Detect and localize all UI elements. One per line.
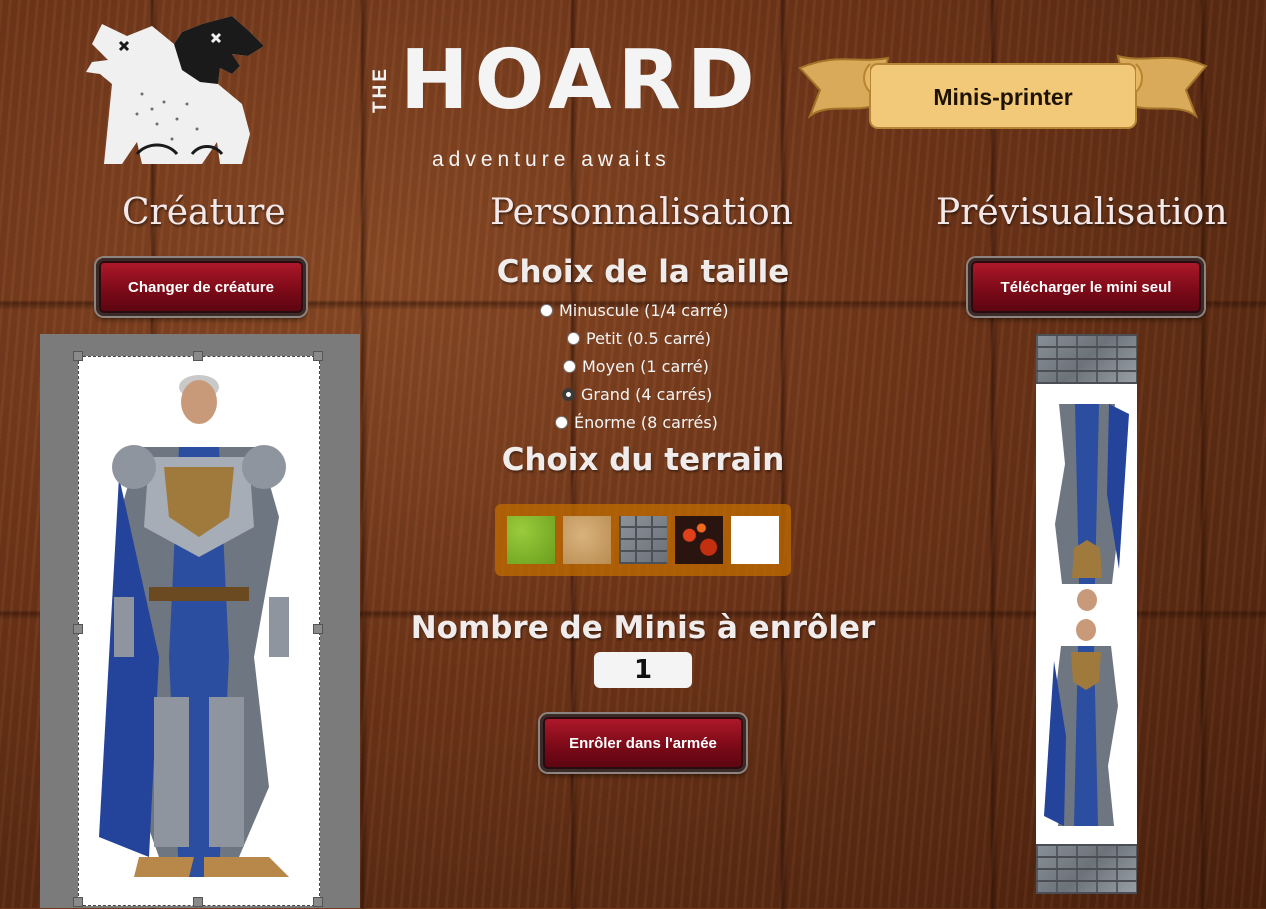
size-option-label: Grand (4 carrés) xyxy=(581,385,713,404)
enlist-button[interactable]: Enrôler dans l'armée xyxy=(540,714,746,772)
crop-handle-bc[interactable] xyxy=(193,897,203,907)
preview-title: Prévisualisation xyxy=(936,192,1228,233)
crop-handle-tr[interactable] xyxy=(313,351,323,361)
size-option-tiny[interactable]: Minuscule (1/4 carré) xyxy=(540,301,728,320)
size-option-label: Petit (0.5 carré) xyxy=(586,329,711,348)
logo-hoard: HOARD xyxy=(400,33,761,128)
creature-title: Créature xyxy=(122,192,286,233)
two-wolves-icon xyxy=(86,16,264,164)
crop-handle-tc[interactable] xyxy=(193,351,203,361)
terrain-grass-tile[interactable] xyxy=(507,516,555,564)
radio-small[interactable] xyxy=(567,332,580,345)
size-option-small[interactable]: Petit (0.5 carré) xyxy=(567,329,711,348)
size-section-title: Choix de la taille xyxy=(496,254,790,290)
size-option-label: Moyen (1 carré) xyxy=(582,357,709,376)
crop-handle-br[interactable] xyxy=(313,897,323,907)
preview-base-top xyxy=(1036,334,1137,384)
download-mini-button[interactable]: Télécharger le mini seul xyxy=(968,258,1204,316)
size-option-label: Énorme (8 carrés) xyxy=(574,413,718,432)
knight-upside-down-image xyxy=(1055,404,1129,611)
terrain-picker xyxy=(495,504,791,576)
radio-large[interactable] xyxy=(562,388,575,401)
size-option-large[interactable]: Grand (4 carrés) xyxy=(562,385,712,404)
knight-upright-image xyxy=(1044,619,1118,826)
minis-count-title: Nombre de Minis à enrôler xyxy=(410,610,876,646)
size-option-label: Minuscule (1/4 carré) xyxy=(559,301,729,320)
customization-title: Personnalisation xyxy=(490,192,793,233)
crop-handle-ml[interactable] xyxy=(73,624,83,634)
change-creature-button[interactable]: Changer de créature xyxy=(96,258,306,316)
terrain-stone-tile[interactable] xyxy=(619,516,667,564)
size-option-medium[interactable]: Moyen (1 carré) xyxy=(563,357,709,376)
terrain-sand-tile[interactable] xyxy=(563,516,611,564)
crop-handle-bl[interactable] xyxy=(73,897,83,907)
logo-tagline: adventure awaits xyxy=(432,148,671,171)
radio-huge[interactable] xyxy=(555,416,568,429)
crop-handle-mr[interactable] xyxy=(313,624,323,634)
minis-printer-link[interactable]: Minis-printer xyxy=(870,66,1136,128)
terrain-lava-tile[interactable] xyxy=(675,516,723,564)
radio-medium[interactable] xyxy=(563,360,576,373)
mini-preview xyxy=(1036,334,1137,894)
terrain-section-title: Choix du terrain xyxy=(501,442,785,478)
knight-figure xyxy=(99,375,289,877)
minis-count-input[interactable]: 1 xyxy=(594,652,692,688)
creature-crop-panel[interactable] xyxy=(40,334,360,908)
crop-frame[interactable] xyxy=(78,356,320,906)
logo-the: THE xyxy=(370,66,391,114)
terrain-white-tile[interactable] xyxy=(731,516,779,564)
size-option-huge[interactable]: Énorme (8 carrés) xyxy=(555,413,718,432)
crop-handle-tl[interactable] xyxy=(73,351,83,361)
preview-base-bottom xyxy=(1036,844,1137,894)
brand-logo[interactable]: THE HOARD adventure awaits xyxy=(82,14,755,174)
radio-tiny[interactable] xyxy=(540,304,553,317)
